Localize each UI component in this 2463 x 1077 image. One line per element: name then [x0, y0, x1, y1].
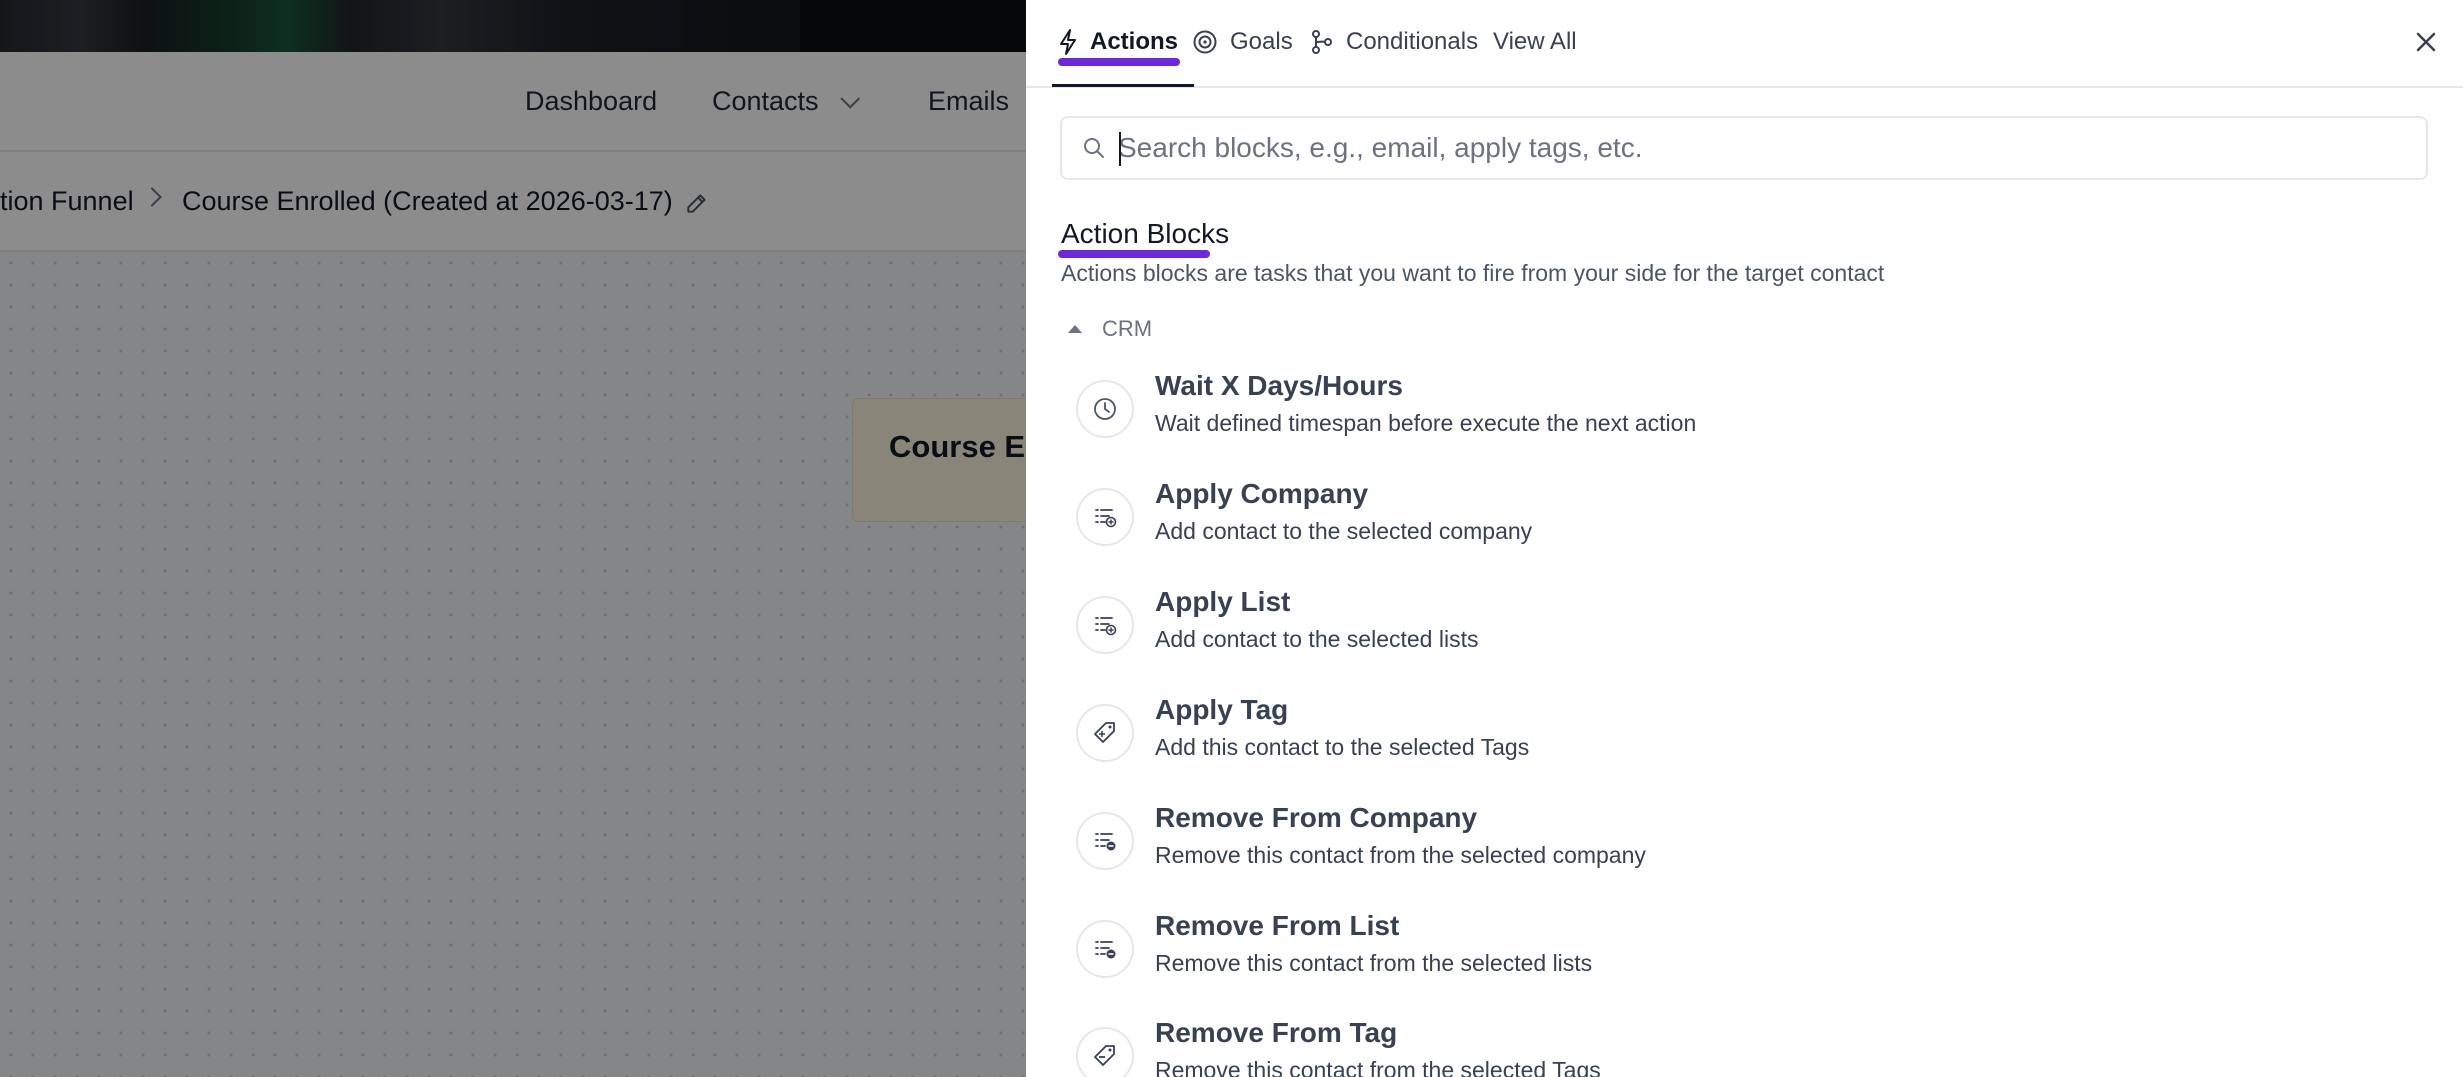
tag-add-icon	[1076, 704, 1134, 762]
branch-icon	[1312, 30, 1332, 54]
block-search	[1060, 116, 2428, 180]
list-add-icon	[1076, 488, 1134, 546]
block-title: Remove From List	[1155, 910, 1400, 941]
search-icon	[1084, 138, 1104, 158]
section-title-underline	[1058, 250, 1210, 258]
block-apply-list[interactable]: Apply List Add contact to the selected l…	[1076, 586, 2376, 686]
tab-goals[interactable]: Goals	[1192, 22, 1293, 62]
close-icon[interactable]	[2408, 24, 2444, 60]
block-remove-list[interactable]: Remove From List Remove this contact fro…	[1076, 910, 2376, 1010]
block-wait[interactable]: Wait X Days/Hours Wait defined timespan …	[1076, 370, 2376, 470]
bolt-icon	[1060, 29, 1076, 55]
block-description: Wait defined timespan before execute the…	[1155, 410, 1697, 436]
tag-remove-icon	[1076, 1027, 1134, 1077]
list-remove-icon	[1076, 920, 1134, 978]
block-title: Remove From Tag	[1155, 1017, 1398, 1048]
block-title: Apply Tag	[1155, 694, 1289, 725]
block-title: Remove From Company	[1155, 802, 1478, 833]
block-apply-company[interactable]: Apply Company Add contact to the selecte…	[1076, 478, 2376, 578]
tab-view-all[interactable]: View All	[1493, 22, 1577, 62]
tab-actions-label: Actions	[1090, 28, 1179, 55]
target-icon	[1193, 30, 1217, 54]
tab-conditionals[interactable]: Conditionals	[1310, 22, 1478, 62]
modal-overlay[interactable]	[0, 0, 1026, 1077]
block-title: Wait X Days/Hours	[1155, 370, 1403, 401]
list-add-icon	[1076, 596, 1134, 654]
section-title: Action Blocks	[1061, 218, 1230, 249]
block-description: Add contact to the selected lists	[1155, 626, 1479, 652]
tab-conditionals-label: Conditionals	[1346, 28, 1479, 55]
block-apply-tag[interactable]: Apply Tag Add this contact to the select…	[1076, 694, 2376, 794]
caret-up-icon	[1068, 325, 1082, 333]
active-tab-indicator	[1058, 58, 1180, 66]
section-description: Actions blocks are tasks that you want t…	[1061, 260, 1885, 286]
tab-actions[interactable]: Actions	[1058, 22, 1178, 62]
block-remove-company[interactable]: Remove From Company Remove this contact …	[1076, 802, 2376, 902]
tab-view-all-label: View All	[1493, 28, 1577, 55]
block-description: Remove this contact from the selected li…	[1155, 950, 1593, 976]
block-description: Remove this contact from the selected Ta…	[1155, 1057, 1601, 1077]
drawer-tabs: Actions Goals Conditionals View All	[1026, 0, 2463, 88]
block-description: Add this contact to the selected Tags	[1155, 734, 1530, 760]
block-title: Apply List	[1155, 586, 1291, 617]
block-picker-drawer: Actions Goals Conditionals View All Acti…	[1026, 0, 2463, 1077]
group-crm-toggle[interactable]: CRM	[1062, 316, 1152, 342]
active-tab-line	[1052, 84, 1194, 87]
block-description: Add contact to the selected company	[1155, 518, 1533, 544]
clock-icon	[1076, 380, 1134, 438]
block-title: Apply Company	[1155, 478, 1369, 509]
block-remove-tag[interactable]: Remove From Tag Remove this contact from…	[1076, 1017, 2376, 1077]
search-input[interactable]	[1118, 126, 2408, 170]
block-description: Remove this contact from the selected co…	[1155, 842, 1646, 868]
list-remove-icon	[1076, 812, 1134, 870]
group-crm-label: CRM	[1102, 316, 1153, 341]
text-caret	[1119, 132, 1121, 166]
tab-goals-label: Goals	[1230, 28, 1293, 55]
